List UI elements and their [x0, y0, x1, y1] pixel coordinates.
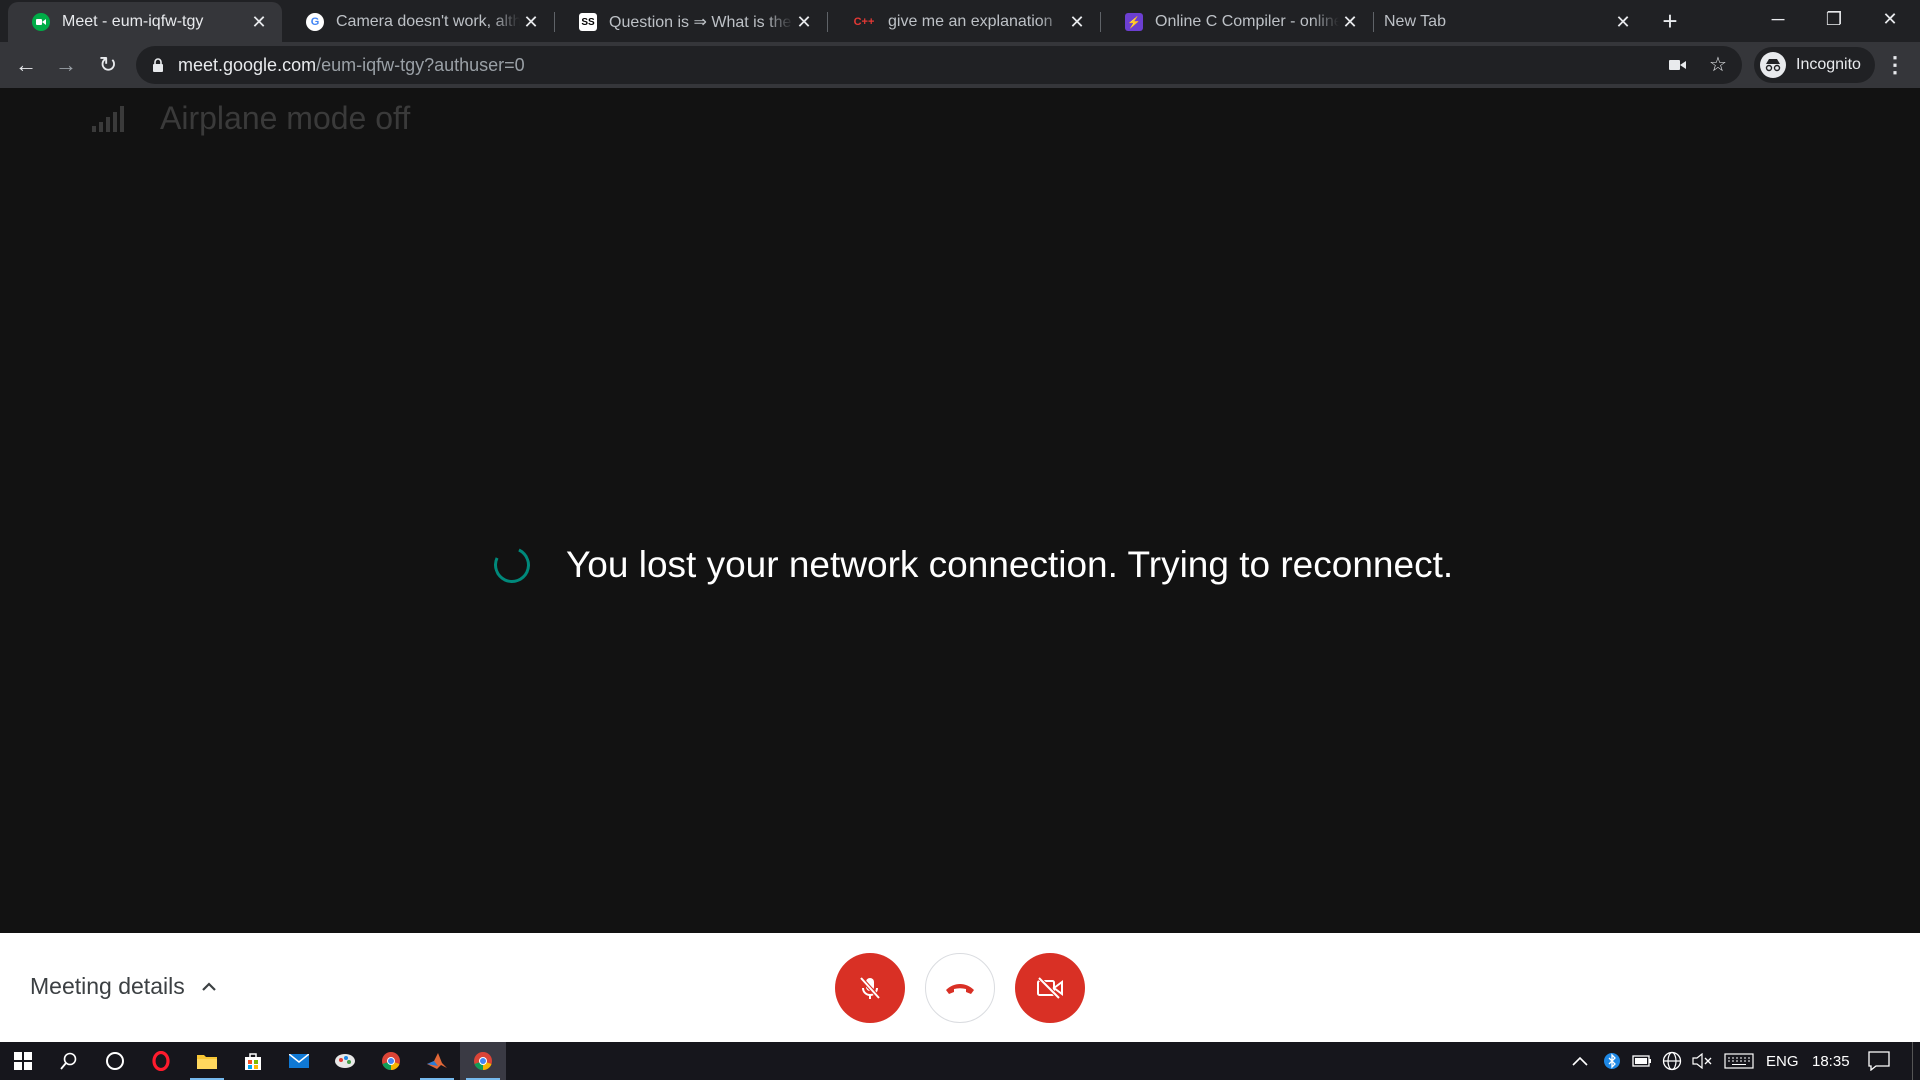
camera-blocked-icon[interactable]	[1666, 53, 1690, 77]
store-icon[interactable]	[230, 1042, 276, 1080]
compiler-icon: ⚡	[1125, 13, 1143, 31]
paint-icon[interactable]	[322, 1042, 368, 1080]
close-icon[interactable]: ✕	[1339, 12, 1361, 33]
meet-stage: Airplane mode off You lost your network …	[0, 88, 1920, 933]
tab-title: give me an explanation	[888, 13, 1053, 30]
language-indicator[interactable]: ENG	[1766, 1042, 1799, 1080]
tab-question[interactable]: SS Question is ⇒ What is the co ✕	[555, 2, 827, 42]
file-explorer-icon[interactable]	[184, 1042, 230, 1080]
close-icon[interactable]: ✕	[1066, 12, 1088, 33]
cpp-icon: C++	[853, 16, 875, 28]
loading-spinner-icon	[488, 541, 536, 589]
tab-strip: Meet - eum-iqfw-tgy ✕ G Camera doesn't w…	[0, 0, 1920, 42]
url-host: meet.google.com	[178, 55, 317, 75]
windows-taskbar: ENG 18:35	[0, 1042, 1920, 1080]
minimize-icon[interactable]: ─	[1750, 0, 1806, 40]
search-icon[interactable]	[46, 1042, 92, 1080]
battery-icon[interactable]	[1632, 1042, 1652, 1080]
restore-icon[interactable]: ❐	[1806, 0, 1862, 40]
meeting-details-label: Meeting details	[30, 973, 185, 999]
close-icon[interactable]: ✕	[520, 12, 542, 33]
hang-up-icon	[946, 984, 974, 994]
tab-title: Camera doesn't work, although	[336, 13, 520, 30]
meeting-controls-bar: Meeting details	[0, 933, 1920, 1042]
forward-icon[interactable]: →	[48, 47, 84, 83]
tab-title: Question is ⇒ What is the co	[609, 14, 793, 31]
windows-start-icon[interactable]	[0, 1042, 46, 1080]
opera-icon[interactable]	[138, 1042, 184, 1080]
volume-muted-icon[interactable]	[1692, 1042, 1712, 1080]
chevron-up-icon	[201, 981, 216, 991]
clock[interactable]: 18:35	[1812, 1042, 1850, 1080]
tab-title: Online C Compiler - online ed	[1155, 13, 1339, 30]
bookmark-star-icon[interactable]: ☆	[1706, 53, 1730, 77]
video-off-icon	[1037, 976, 1063, 1000]
lock-icon	[153, 58, 163, 72]
action-center-icon[interactable]	[1868, 1042, 1890, 1080]
bluetooth-icon[interactable]	[1604, 1042, 1620, 1080]
tab-camera[interactable]: G Camera doesn't work, although ✕	[282, 2, 554, 42]
url-text: meet.google.com/eum-iqfw-tgy?authuser=0	[178, 55, 525, 76]
mic-off-icon	[859, 976, 881, 1000]
tab-compiler[interactable]: ⚡ Online C Compiler - online ed ✕	[1101, 2, 1373, 42]
url-path: /eum-iqfw-tgy?authuser=0	[316, 55, 525, 75]
window-close-icon[interactable]: ✕	[1862, 0, 1918, 40]
tab-new[interactable]: New Tab ✕	[1374, 2, 1646, 42]
tray-chevron-up-icon[interactable]	[1572, 1042, 1588, 1080]
meet-icon	[32, 13, 50, 31]
chrome-icon[interactable]	[368, 1042, 414, 1080]
leave-call-button[interactable]	[925, 953, 995, 1023]
close-icon[interactable]: ✕	[1612, 12, 1634, 33]
back-icon[interactable]: ←	[8, 47, 44, 83]
incognito-profile-button[interactable]: Incognito	[1754, 47, 1875, 83]
tab-title: New Tab	[1384, 13, 1446, 30]
reconnect-message: You lost your network connection. Trying…	[566, 544, 1454, 585]
tab-meet[interactable]: Meet - eum-iqfw-tgy ✕	[8, 2, 282, 42]
camera-off-button[interactable]	[1015, 953, 1085, 1023]
close-icon[interactable]: ✕	[248, 12, 270, 33]
address-bar[interactable]: meet.google.com/eum-iqfw-tgy?authuser=0 …	[136, 46, 1742, 84]
new-tab-button[interactable]: +	[1654, 6, 1686, 38]
reconnect-status: You lost your network connection. Trying…	[488, 541, 1454, 589]
tab-explanation[interactable]: C++ give me an explanation ✕	[828, 2, 1100, 42]
cortana-icon[interactable]	[92, 1042, 138, 1080]
keyboard-icon[interactable]	[1724, 1042, 1754, 1080]
network-globe-icon[interactable]	[1662, 1042, 1682, 1080]
browser-toolbar: ← → ↻ meet.google.com/eum-iqfw-tgy?authu…	[0, 42, 1920, 88]
incognito-icon	[1760, 52, 1786, 78]
meeting-details-button[interactable]: Meeting details	[30, 973, 217, 1000]
reload-icon[interactable]: ↻	[90, 47, 126, 83]
ss-icon: SS	[579, 13, 597, 31]
microphone-off-button[interactable]	[835, 953, 905, 1023]
close-icon[interactable]: ✕	[793, 12, 815, 33]
signal-bars-icon	[92, 105, 124, 132]
mail-icon[interactable]	[276, 1042, 322, 1080]
matlab-icon[interactable]	[414, 1042, 460, 1080]
show-desktop-edge[interactable]	[1912, 1042, 1920, 1080]
incognito-label: Incognito	[1796, 56, 1861, 73]
airplane-mode-text: Airplane mode off	[160, 100, 411, 136]
browser-menu-icon[interactable]: ⋮	[1880, 47, 1910, 83]
chrome-incognito-icon[interactable]	[460, 1042, 506, 1080]
screen: Meet - eum-iqfw-tgy ✕ G Camera doesn't w…	[0, 0, 1920, 1080]
google-icon: G	[306, 13, 324, 31]
tab-title: Meet - eum-iqfw-tgy	[62, 13, 204, 30]
airplane-mode-overlay: Airplane mode off	[92, 100, 410, 137]
